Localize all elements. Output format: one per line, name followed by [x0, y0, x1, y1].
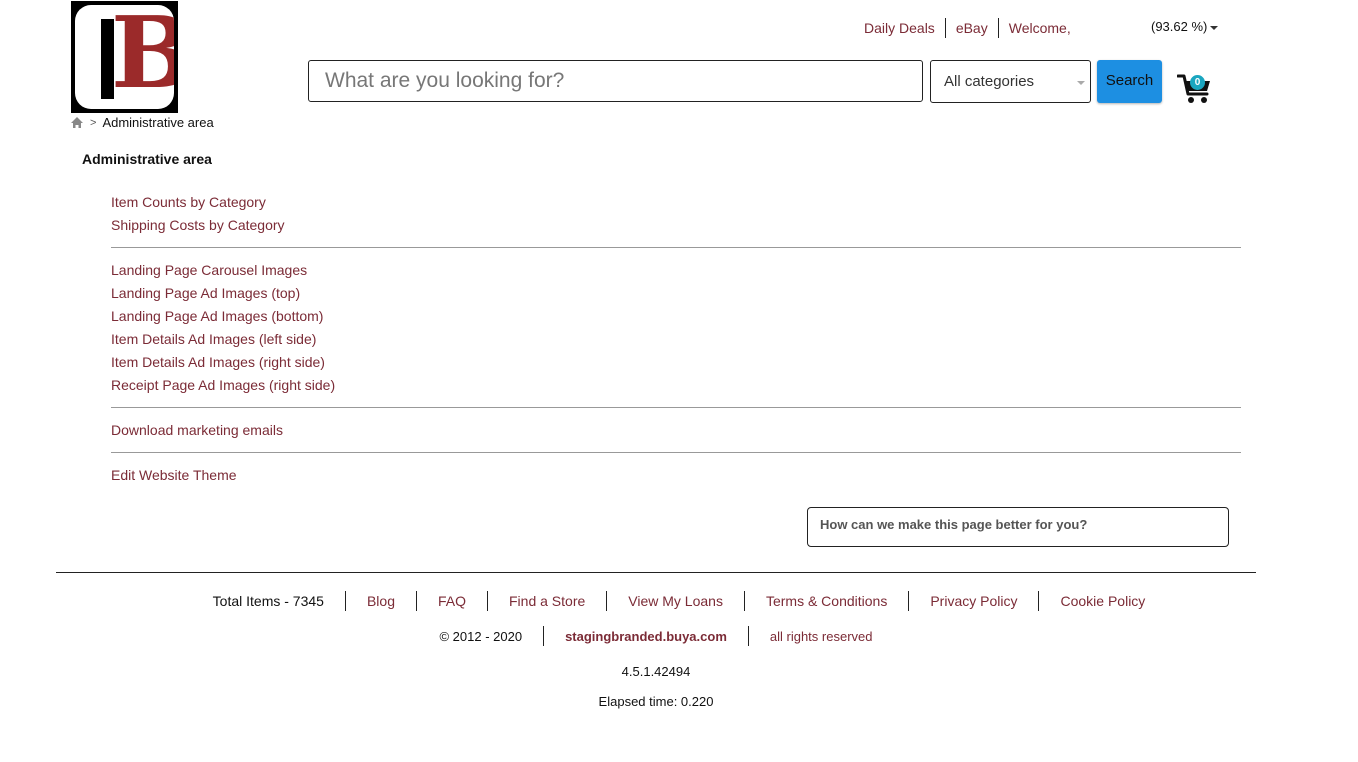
home-icon[interactable]: [70, 116, 84, 129]
breadcrumb: > Administrative area: [70, 115, 214, 130]
caret-down-icon: [1210, 25, 1219, 30]
footer-link-privacy[interactable]: Privacy Policy: [909, 593, 1038, 609]
footer-links: Total Items - 7345 Blog FAQ Find a Store…: [0, 591, 1358, 611]
admin-links: Item Counts by Category Shipping Costs b…: [111, 192, 1241, 488]
breadcrumb-separator: >: [90, 116, 97, 129]
footer-link-faq[interactable]: FAQ: [417, 593, 487, 609]
top-nav: Daily Deals eBay Welcome,: [854, 18, 1081, 38]
link-carousel-images[interactable]: Landing Page Carousel Images: [111, 260, 1241, 283]
footer-domain-link[interactable]: stagingbranded.buya.com: [544, 629, 748, 644]
nav-welcome[interactable]: Welcome,: [999, 20, 1081, 36]
page-title: Administrative area: [82, 151, 212, 167]
footer-link-blog[interactable]: Blog: [346, 593, 416, 609]
link-receipt-ad-right[interactable]: Receipt Page Ad Images (right side): [111, 375, 1241, 398]
link-details-ad-right[interactable]: Item Details Ad Images (right side): [111, 352, 1241, 375]
link-edit-theme[interactable]: Edit Website Theme: [111, 465, 1241, 488]
footer-copyright-row: © 2012 - 2020 stagingbranded.buya.com al…: [0, 626, 1312, 646]
logo-letter: B: [111, 5, 174, 109]
category-select-value: All categories: [944, 73, 1035, 90]
footer-link-cookie[interactable]: Cookie Policy: [1039, 593, 1166, 609]
nav-ebay[interactable]: eBay: [946, 20, 998, 36]
search-input[interactable]: [308, 60, 923, 102]
chevron-down-icon: [1077, 81, 1085, 85]
search-button[interactable]: Search: [1097, 60, 1162, 103]
link-details-ad-left[interactable]: Item Details Ad Images (left side): [111, 329, 1241, 352]
footer-link-find-store[interactable]: Find a Store: [488, 593, 606, 609]
account-percentage: (93.62 %): [1151, 19, 1208, 34]
site-logo[interactable]: B: [71, 1, 178, 113]
breadcrumb-current: Administrative area: [102, 115, 214, 130]
link-landing-ad-top[interactable]: Landing Page Ad Images (top): [111, 283, 1241, 306]
version-number: 4.5.1.42494: [621, 664, 691, 679]
elapsed-time: Elapsed time: 0.220: [598, 694, 714, 709]
divider: [111, 452, 1241, 453]
category-select[interactable]: All categories: [930, 60, 1091, 103]
total-items: Total Items - 7345: [212, 593, 324, 609]
feedback-button[interactable]: How can we make this page better for you…: [807, 507, 1229, 547]
cart-count-badge: 0: [1190, 75, 1205, 90]
link-item-counts[interactable]: Item Counts by Category: [111, 192, 1241, 215]
divider: [111, 247, 1241, 248]
divider: [111, 407, 1241, 408]
account-dropdown[interactable]: (93.62 %): [1151, 19, 1219, 34]
rights-reserved: all rights reserved: [769, 628, 873, 644]
link-landing-ad-bottom[interactable]: Landing Page Ad Images (bottom): [111, 306, 1241, 329]
footer-link-loans[interactable]: View My Loans: [607, 593, 744, 609]
footer-divider: [56, 572, 1256, 573]
logo-inner: B: [75, 5, 174, 109]
footer-link-terms[interactable]: Terms & Conditions: [745, 593, 908, 609]
nav-daily-deals[interactable]: Daily Deals: [854, 20, 945, 36]
link-shipping-costs[interactable]: Shipping Costs by Category: [111, 215, 1241, 238]
link-download-emails[interactable]: Download marketing emails: [111, 420, 1241, 443]
copyright: © 2012 - 2020: [439, 628, 523, 644]
